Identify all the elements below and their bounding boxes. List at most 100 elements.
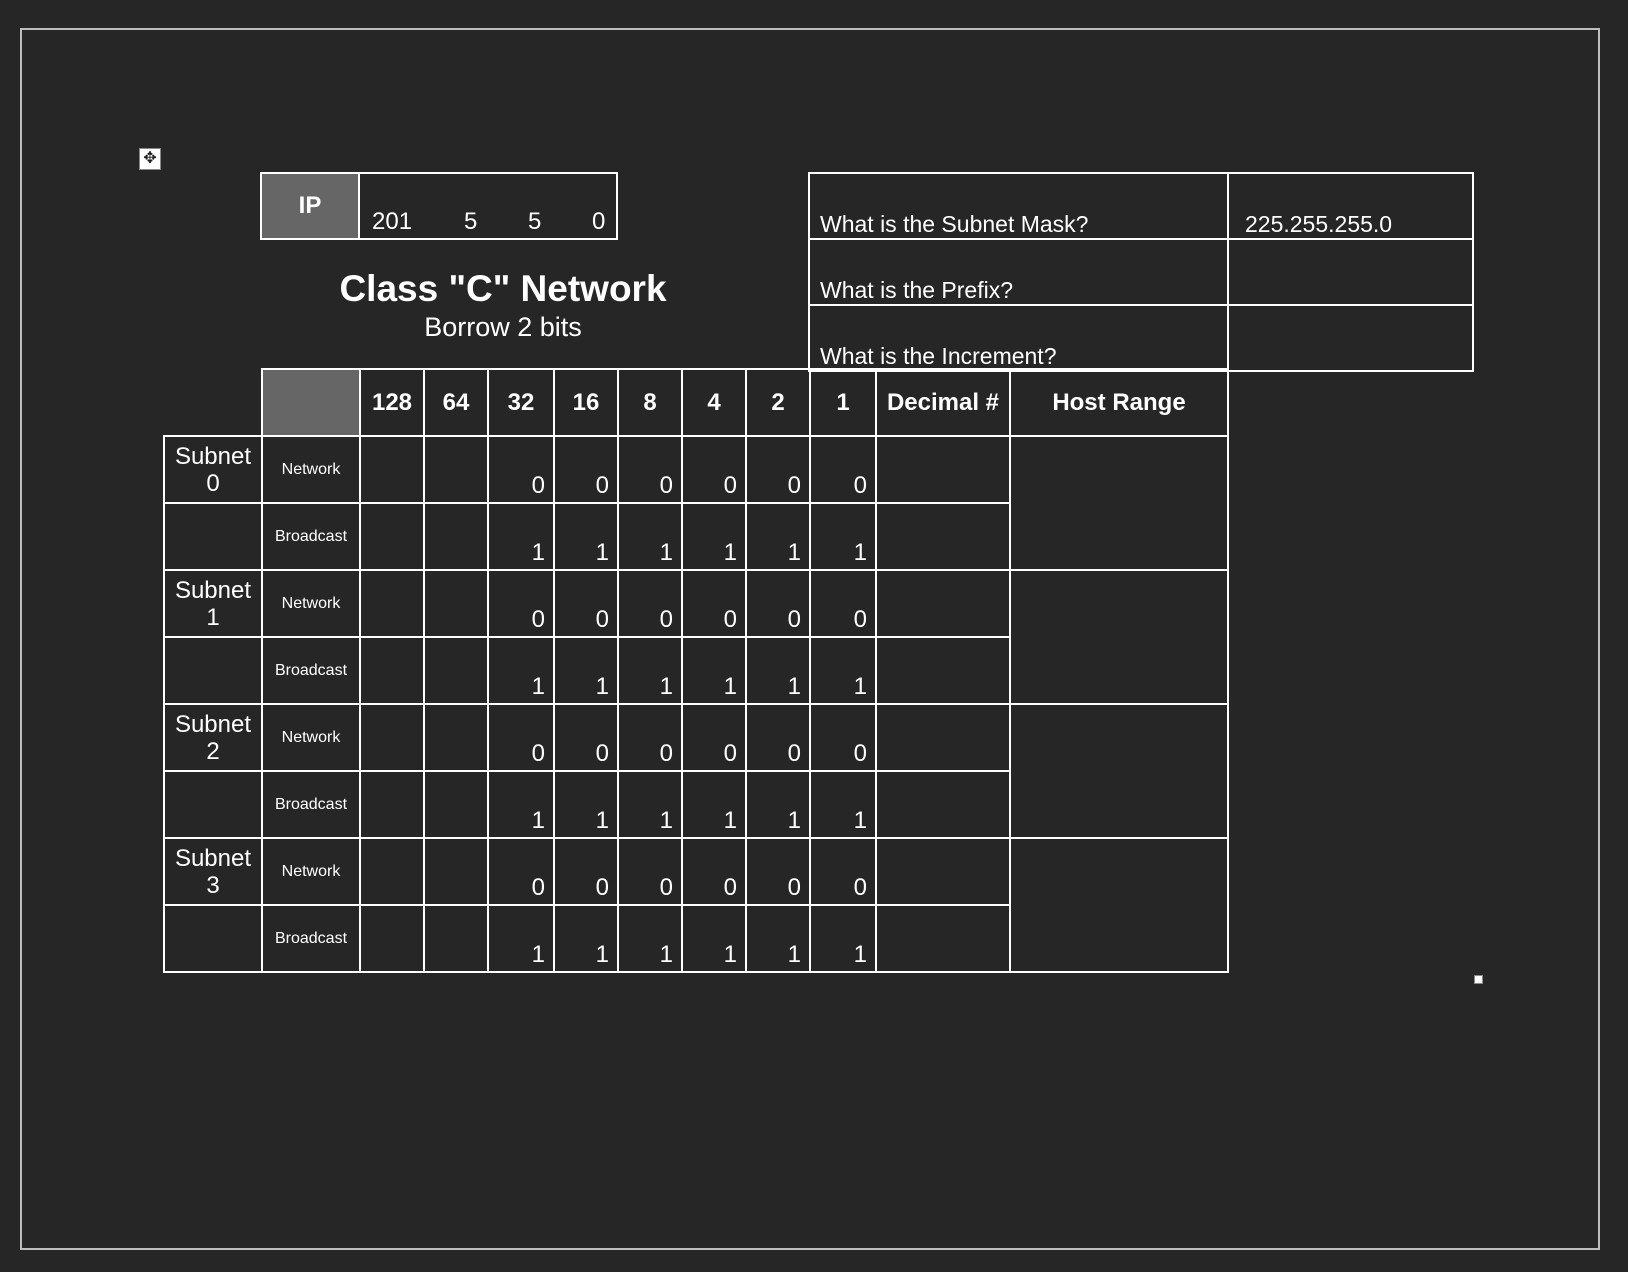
subnet-2-network-row: Subnet 2 Network 0 0 0 0 0 0 bbox=[163, 703, 1229, 839]
resize-handle-icon[interactable] bbox=[1474, 975, 1483, 984]
move-icon[interactable]: ✥ bbox=[139, 148, 161, 170]
bit-cell[interactable]: 0 bbox=[809, 837, 877, 906]
bit-cell[interactable]: 1 bbox=[487, 904, 555, 973]
ip-values[interactable]: 201 5 5 0 bbox=[358, 172, 618, 240]
host-range-cell[interactable] bbox=[1009, 435, 1229, 571]
host-range-cell[interactable] bbox=[1009, 569, 1229, 705]
bit-cell[interactable]: 0 bbox=[681, 435, 747, 504]
answer-increment[interactable] bbox=[1227, 304, 1474, 372]
bit-cell[interactable]: 0 bbox=[553, 435, 619, 504]
bit-cell[interactable] bbox=[359, 569, 425, 638]
bit-cell[interactable] bbox=[423, 569, 489, 638]
bit-cell[interactable]: 0 bbox=[617, 435, 683, 504]
answer-subnet-mask[interactable]: 225.255.255.0 bbox=[1227, 172, 1474, 240]
bit-cell[interactable]: 0 bbox=[553, 837, 619, 906]
bit-cell[interactable] bbox=[423, 636, 489, 705]
decimal-cell[interactable] bbox=[875, 770, 1011, 839]
bit-cell[interactable]: 1 bbox=[681, 770, 747, 839]
bit-cell[interactable]: 1 bbox=[809, 502, 877, 571]
subnet-label-empty bbox=[163, 636, 263, 705]
bit-cell[interactable] bbox=[359, 703, 425, 772]
bit-cell[interactable]: 1 bbox=[617, 904, 683, 973]
bit-cell[interactable]: 0 bbox=[809, 569, 877, 638]
bit-cell[interactable]: 0 bbox=[681, 703, 747, 772]
decimal-cell[interactable] bbox=[875, 435, 1011, 504]
questions-table: What is the Subnet Mask? 225.255.255.0 W… bbox=[808, 172, 1474, 372]
host-range-cell[interactable] bbox=[1009, 837, 1229, 973]
bit-cell[interactable]: 0 bbox=[745, 703, 811, 772]
bit-cell[interactable]: 1 bbox=[809, 770, 877, 839]
subnet-label-empty bbox=[163, 770, 263, 839]
broadcast-label: Broadcast bbox=[261, 904, 361, 973]
bit-cell[interactable] bbox=[359, 837, 425, 906]
bit-cell[interactable]: 1 bbox=[745, 904, 811, 973]
bit-cell[interactable]: 1 bbox=[745, 636, 811, 705]
bit-cell[interactable]: 1 bbox=[553, 770, 619, 839]
decimal-cell[interactable] bbox=[875, 703, 1011, 772]
bit-cell[interactable] bbox=[423, 770, 489, 839]
bit-cell[interactable]: 0 bbox=[487, 435, 555, 504]
bit-cell[interactable]: 0 bbox=[617, 569, 683, 638]
bit-cell[interactable]: 1 bbox=[681, 904, 747, 973]
blank-corner bbox=[164, 369, 262, 436]
decimal-cell[interactable] bbox=[875, 569, 1011, 638]
bit-cell[interactable]: 0 bbox=[681, 837, 747, 906]
bit-cell[interactable]: 1 bbox=[745, 502, 811, 571]
bit-cell[interactable] bbox=[423, 435, 489, 504]
network-label: Network bbox=[261, 703, 361, 772]
bit-cell[interactable]: 1 bbox=[487, 636, 555, 705]
answer-prefix[interactable] bbox=[1227, 238, 1474, 306]
decimal-cell[interactable] bbox=[875, 837, 1011, 906]
bit-cell[interactable]: 1 bbox=[681, 502, 747, 571]
question-subnet-mask: What is the Subnet Mask? bbox=[808, 172, 1229, 240]
bit-cell[interactable] bbox=[423, 703, 489, 772]
bit-cell[interactable]: 1 bbox=[553, 636, 619, 705]
bit-cell[interactable]: 0 bbox=[617, 837, 683, 906]
bit-cell[interactable]: 0 bbox=[745, 435, 811, 504]
bit-cell[interactable] bbox=[423, 502, 489, 571]
bit-header-8: 8 bbox=[617, 368, 683, 437]
bit-cell[interactable]: 1 bbox=[487, 502, 555, 571]
bit-cell[interactable]: 0 bbox=[487, 569, 555, 638]
header-gray-cell bbox=[261, 368, 361, 437]
subnet-label: Subnet 1 bbox=[163, 569, 263, 638]
bit-cell[interactable]: 0 bbox=[553, 569, 619, 638]
broadcast-label: Broadcast bbox=[261, 502, 361, 571]
bit-cell[interactable] bbox=[423, 904, 489, 973]
network-label: Network bbox=[261, 837, 361, 906]
bit-cell[interactable]: 0 bbox=[809, 703, 877, 772]
subnet-label-word: Subnet bbox=[174, 844, 252, 872]
bit-cell[interactable]: 1 bbox=[553, 904, 619, 973]
bit-cell[interactable] bbox=[359, 904, 425, 973]
bit-cell[interactable]: 1 bbox=[553, 502, 619, 571]
bit-cell[interactable]: 0 bbox=[809, 435, 877, 504]
bit-cell[interactable]: 1 bbox=[809, 904, 877, 973]
bit-cell[interactable]: 0 bbox=[617, 703, 683, 772]
subnet-1-network-row: Subnet 1 Network 0 0 0 0 0 0 bbox=[163, 569, 1229, 705]
decimal-cell[interactable] bbox=[875, 636, 1011, 705]
bit-cell[interactable]: 0 bbox=[745, 837, 811, 906]
bit-cell[interactable]: 1 bbox=[809, 636, 877, 705]
bit-cell[interactable]: 1 bbox=[617, 770, 683, 839]
bit-header-64: 64 bbox=[423, 368, 489, 437]
host-range-header: Host Range bbox=[1009, 368, 1229, 437]
host-range-cell[interactable] bbox=[1009, 703, 1229, 839]
bit-cell[interactable]: 1 bbox=[617, 502, 683, 571]
bit-cell[interactable] bbox=[359, 636, 425, 705]
bit-cell[interactable] bbox=[423, 837, 489, 906]
bit-cell[interactable]: 0 bbox=[553, 703, 619, 772]
bit-cell[interactable]: 1 bbox=[487, 770, 555, 839]
bit-cell[interactable]: 0 bbox=[487, 837, 555, 906]
decimal-cell[interactable] bbox=[875, 904, 1011, 973]
page-subtitle: Borrow 2 bits bbox=[424, 312, 582, 342]
bit-cell[interactable]: 1 bbox=[681, 636, 747, 705]
decimal-cell[interactable] bbox=[875, 502, 1011, 571]
bit-cell[interactable] bbox=[359, 435, 425, 504]
bit-cell[interactable]: 0 bbox=[745, 569, 811, 638]
bit-cell[interactable]: 0 bbox=[487, 703, 555, 772]
bit-cell[interactable] bbox=[359, 770, 425, 839]
bit-cell[interactable] bbox=[359, 502, 425, 571]
bit-cell[interactable]: 1 bbox=[745, 770, 811, 839]
bit-cell[interactable]: 1 bbox=[617, 636, 683, 705]
bit-cell[interactable]: 0 bbox=[681, 569, 747, 638]
